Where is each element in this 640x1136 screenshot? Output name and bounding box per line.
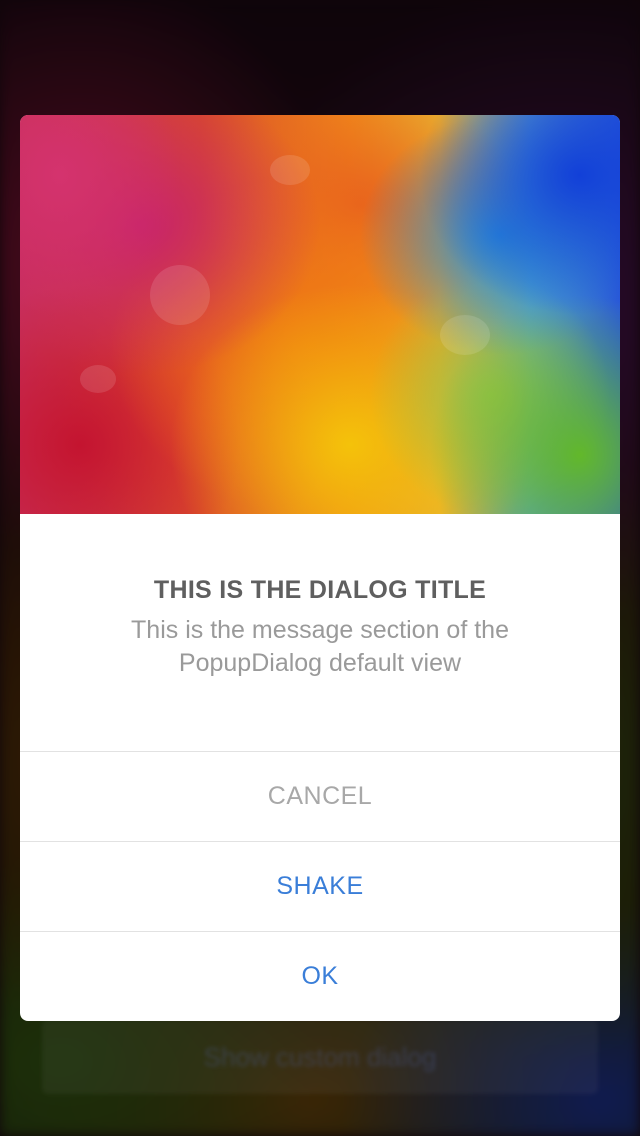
paint-blot [150,265,210,325]
cancel-button[interactable]: CANCEL [20,751,620,841]
popup-dialog: THIS IS THE DIALOG TITLE This is the mes… [20,115,620,1021]
paint-blot [270,155,310,185]
shake-button[interactable]: SHAKE [20,841,620,931]
dialog-message: This is the message section of the Popup… [131,616,509,677]
dialog-actions: CANCEL SHAKE OK [20,751,620,1021]
app-screen: Show custom dialog THIS IS THE DIALOG TI… [0,0,640,1136]
ok-button[interactable]: OK [20,931,620,1021]
dialog-header-image [20,115,620,514]
paint-blot [80,365,116,393]
paint-blot [440,315,490,355]
dialog-content: THIS IS THE DIALOG TITLE This is the mes… [20,514,620,751]
dialog-title: THIS IS THE DIALOG TITLE [153,576,487,604]
